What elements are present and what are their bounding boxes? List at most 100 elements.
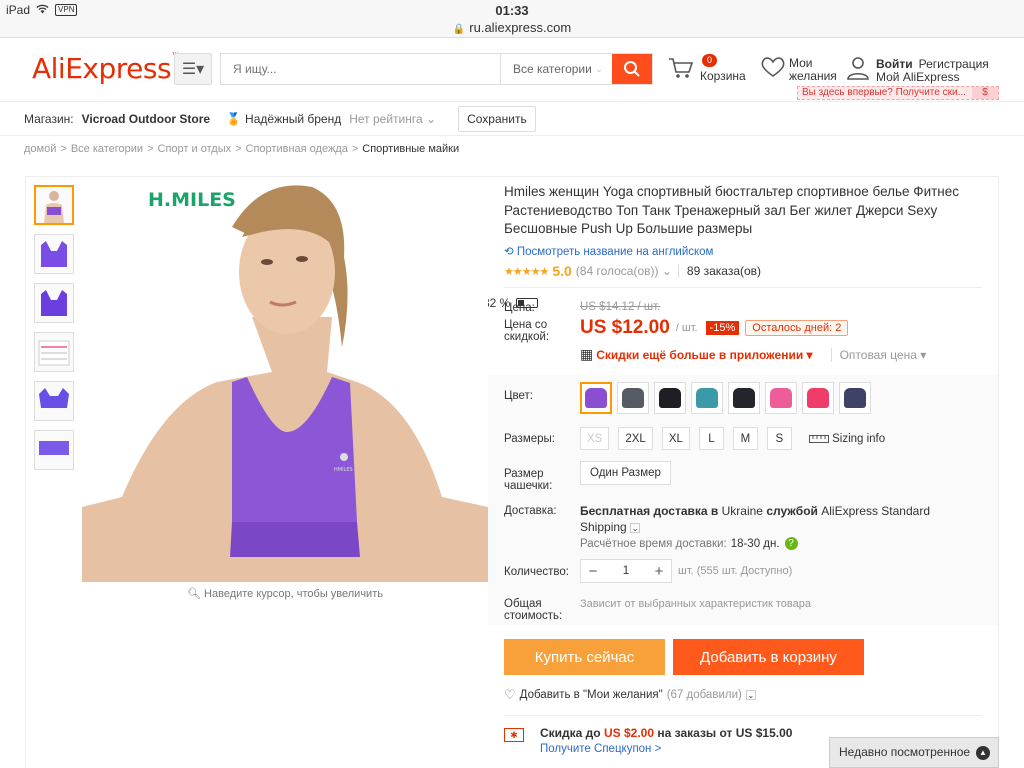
cup-size-label: Размер чашечки: xyxy=(504,468,553,492)
wishlist-label-line2: желания xyxy=(789,69,837,83)
my-aliexpress-link[interactable]: Мой AliExpress xyxy=(876,70,960,84)
heart-plus-icon: ♡ xyxy=(504,687,516,702)
wishlist-count: (67 добавили) xyxy=(666,689,742,701)
get-coupon-link[interactable]: Получите Спецкупон > xyxy=(540,743,661,755)
increase-quantity-button[interactable]: + xyxy=(647,563,671,580)
app-deal-row: ▦ Скидки ещё больше в приложении ▾ Оптов… xyxy=(580,346,926,363)
price-unit: / шт. xyxy=(675,322,698,334)
thumbnail-3[interactable] xyxy=(34,283,74,323)
store-name-link[interactable]: Vicroad Outdoor Store xyxy=(82,112,210,126)
delivery-label: Доставка: xyxy=(504,505,557,517)
new-user-promo-banner[interactable]: Вы здесь впервые? Получите ски... $ xyxy=(797,86,999,100)
coupon-text: Скидка до US $2.00 на заказы от US $15.0… xyxy=(540,726,793,740)
color-swatch-image xyxy=(844,388,866,408)
color-swatch[interactable] xyxy=(580,382,612,414)
price-row: US $12.00 / шт. -15% Осталось дней: 2 xyxy=(580,317,849,339)
quantity-value[interactable]: 1 xyxy=(605,565,647,577)
add-to-cart-button[interactable]: Добавить в корзину xyxy=(673,639,864,675)
translate-title-link[interactable]: ⟲ Посмотреть название на английском xyxy=(504,244,713,258)
rating-score: 5.0 xyxy=(552,263,572,279)
delivery-country[interactable]: Ukraine xyxy=(722,504,763,518)
search-category-select[interactable]: Все категории ⌄ xyxy=(500,54,612,84)
cart-icon xyxy=(668,56,694,86)
search-button[interactable] xyxy=(612,54,652,84)
breadcrumb-home[interactable]: домой xyxy=(24,143,56,155)
store-rating-dropdown[interactable]: Нет рейтинга ⌄ xyxy=(349,112,436,126)
main-product-image[interactable]: H.MILES HMILES xyxy=(82,177,488,582)
register-link[interactable]: Регистрация xyxy=(919,57,989,71)
wishlist-link[interactable]: Мои желания xyxy=(760,55,850,89)
wholesale-price-dropdown[interactable]: Оптовая цена ▾ xyxy=(830,347,926,362)
cart-count-badge: 0 xyxy=(702,54,718,67)
quantity-available: шт. (555 шт. Доступно) xyxy=(678,565,793,577)
sale-price: US $12.00 xyxy=(580,317,670,338)
size-2xl[interactable]: 2XL xyxy=(618,427,653,450)
size-m[interactable]: M xyxy=(732,427,758,450)
color-swatch[interactable] xyxy=(691,382,723,414)
size-xl[interactable]: XL xyxy=(661,427,690,450)
star-rating-icon: ★★★★★ xyxy=(504,265,549,278)
app-deal-link[interactable]: Скидки ещё больше в приложении ▾ xyxy=(596,348,812,362)
cup-size-option[interactable]: Один Размер xyxy=(580,461,671,485)
lock-icon: 🔒 xyxy=(452,24,466,35)
thumbnail-strip xyxy=(34,185,74,479)
color-swatch[interactable] xyxy=(728,382,760,414)
color-swatches xyxy=(580,382,871,414)
divider xyxy=(504,287,982,288)
color-swatch[interactable] xyxy=(654,382,686,414)
thumbnail-6[interactable] xyxy=(34,430,74,470)
chevron-down-icon[interactable]: ⌄ xyxy=(745,690,756,700)
color-label: Цвет: xyxy=(504,390,533,402)
color-swatch[interactable] xyxy=(765,382,797,414)
color-swatch[interactable] xyxy=(802,382,834,414)
thumbnail-2[interactable] xyxy=(34,234,74,274)
breadcrumb-all-categories[interactable]: Все категории xyxy=(71,143,143,155)
recently-viewed-bar[interactable]: Недавно посмотренное ▲ xyxy=(829,737,999,768)
chevron-down-icon[interactable]: ⌄ xyxy=(630,522,641,533)
color-swatch[interactable] xyxy=(617,382,649,414)
color-swatch-image xyxy=(770,388,792,408)
votes-link[interactable]: (84 голоса(ов)) ⌄ xyxy=(576,264,672,278)
buy-now-button[interactable]: Купить сейчас xyxy=(504,639,665,675)
coupon-icon: ✱ xyxy=(504,728,524,742)
address-bar[interactable]: 🔒 ru.aliexpress.com xyxy=(0,20,1024,38)
color-swatch-image xyxy=(696,388,718,408)
sizing-info-link[interactable]: Sizing info xyxy=(808,433,885,445)
size-s[interactable]: S xyxy=(766,427,792,450)
quantity-label: Количество: xyxy=(504,566,569,578)
breadcrumb-sport[interactable]: Спорт и отдых xyxy=(158,143,232,155)
magnifier-icon: 🔍︎ xyxy=(187,588,201,600)
login-link[interactable]: Войти xyxy=(876,57,913,71)
total-value: Зависит от выбранных характеристик товар… xyxy=(580,598,811,610)
product-info: Hmiles женщин Yoga спортивный бюстгальте… xyxy=(488,177,998,768)
size-xs[interactable]: XS xyxy=(580,427,610,450)
thumbnail-1[interactable] xyxy=(34,185,74,225)
save-store-button[interactable]: Сохранить xyxy=(458,105,536,132)
size-options: XS 2XL XL L M S Sizing info xyxy=(580,427,885,450)
chevron-up-icon: ▲ xyxy=(976,746,990,760)
old-price: US $14.12 / шт. xyxy=(580,301,661,313)
site-header: AliExpress™ ☰▾ Все категории ⌄ 0 Корзина… xyxy=(0,38,1024,102)
translate-icon: ⟲ xyxy=(504,246,514,258)
aliexpress-logo[interactable]: AliExpress™ xyxy=(32,52,180,85)
add-to-wishlist-link[interactable]: ♡ Добавить в "Мои желания" (67 добавили)… xyxy=(504,687,756,703)
help-icon[interactable]: ? xyxy=(784,537,798,550)
ruler-icon xyxy=(808,434,829,443)
color-swatch-image xyxy=(622,388,644,408)
search-input[interactable] xyxy=(221,54,500,84)
breadcrumb-sportswear[interactable]: Спортивная одежда xyxy=(246,143,348,155)
product-panel: H.MILES HMILES 🔍︎ Наведите курсор, чтобы… xyxy=(25,176,999,768)
decrease-quantity-button[interactable]: − xyxy=(581,563,605,580)
cart-link[interactable]: 0 Корзина xyxy=(668,54,748,88)
thumbnail-4[interactable] xyxy=(34,332,74,372)
chevron-down-icon: ⌄ xyxy=(595,63,603,74)
sale-price-label: Цена со скидкой: xyxy=(504,319,550,343)
color-swatch[interactable] xyxy=(839,382,871,414)
user-icon xyxy=(846,55,870,87)
menu-icon: ☰▾ xyxy=(181,61,205,78)
orders-count: 89 заказа(ов) xyxy=(677,264,761,278)
size-l[interactable]: L xyxy=(698,427,724,450)
categories-menu-button[interactable]: ☰▾ xyxy=(174,53,212,85)
thumbnail-5[interactable] xyxy=(34,381,74,421)
rating-row: ★★★★★ 5.0 (84 голоса(ов)) ⌄ 89 заказа(ов… xyxy=(504,263,761,279)
